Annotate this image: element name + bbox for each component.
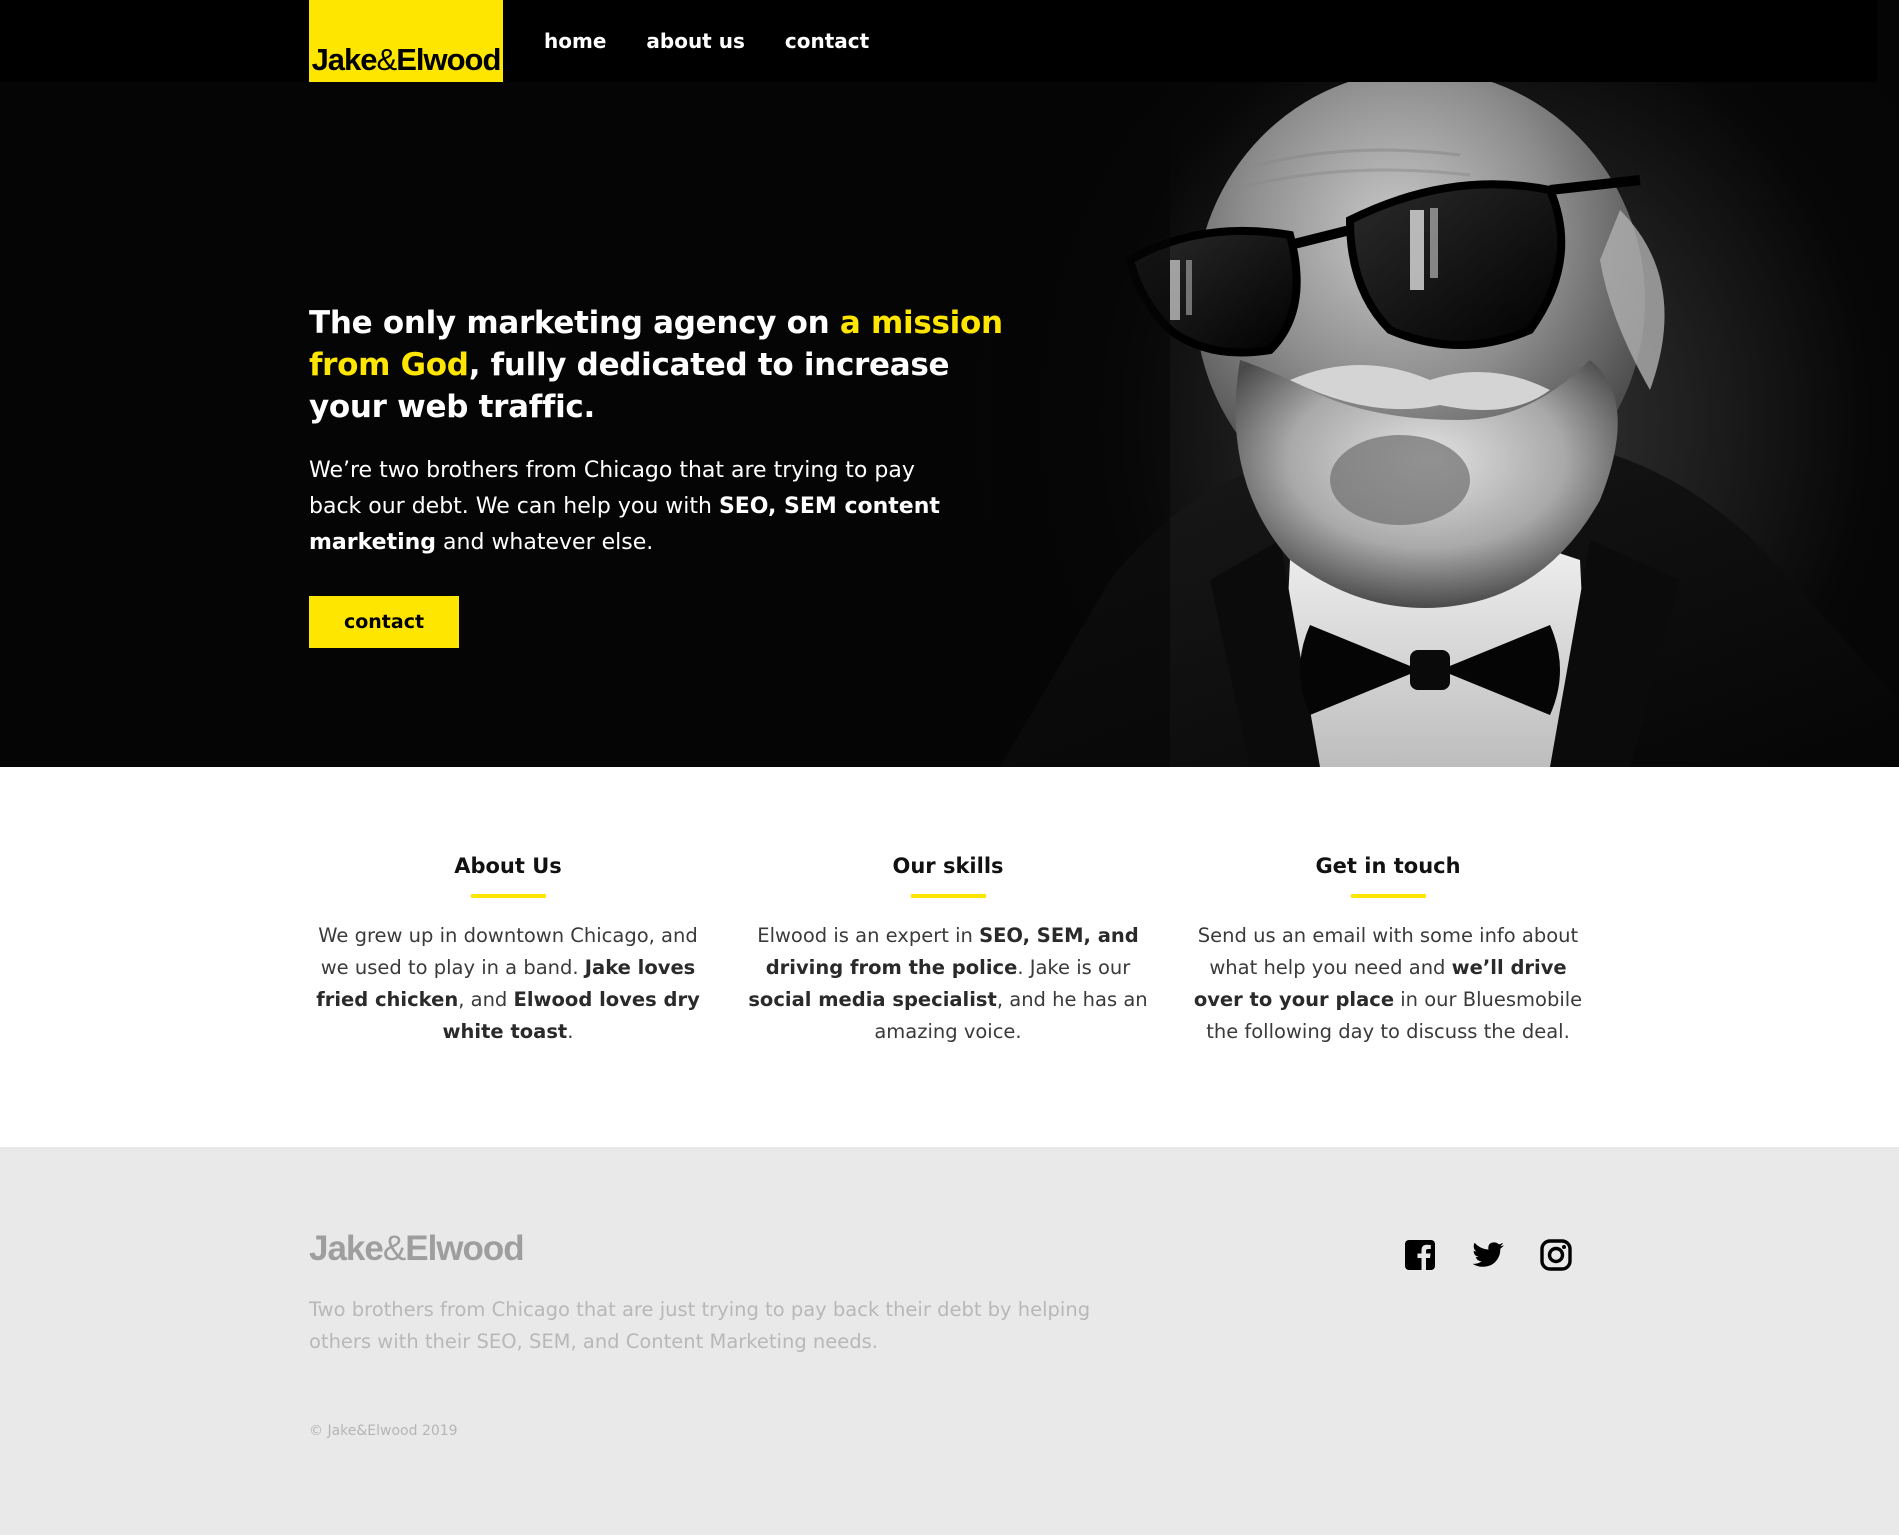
feature-title-underline [470,894,546,898]
feature-title-underline [1350,894,1426,898]
nav-contact-link[interactable]: contact [785,29,869,53]
feature-text: Elwood is an expert in SEO, SEM, and dri… [748,924,1148,1043]
footer-description: Two brothers from Chicago that are just … [309,1298,1091,1353]
feature-text: We grew up in downtown Chicago, and we u… [316,924,700,1043]
hero-body-text: We’re two brothers from Chicago that are… [309,458,940,555]
feature-title-underline [910,894,986,898]
hero-copy: The only marketing agency on a mission f… [309,302,1009,561]
feature-title: About Us [454,854,562,878]
twitter-icon[interactable] [1470,1237,1506,1273]
nav-home-link[interactable]: home [544,29,606,53]
feature-our-skills: Our skills Elwood is an expert in SEO, S… [743,852,1153,1048]
nav-links: home about us contact [544,0,909,82]
feature-text: Send us an email with some info about wh… [1193,924,1583,1043]
footer-copyright: © Jake&Elwood 2019 [309,1423,458,1439]
footer-logo: Jake&Elwood [309,1229,525,1268]
hero-portrait-image [990,60,1899,767]
instagram-icon[interactable] [1538,1237,1574,1273]
hero-headline: The only marketing agency on a mission f… [309,305,1003,425]
top-navbar: Jake&Elwood home about us contact [0,0,1877,82]
feature-about-us: About Us We grew up in downtown Chicago,… [303,852,713,1048]
hero-section: Jake&Elwood home about us contact The on… [0,0,1899,767]
hero-contact-button[interactable]: contact [309,596,459,648]
facebook-icon[interactable] [1402,1237,1438,1273]
features-section: About Us We grew up in downtown Chicago,… [0,767,1899,1147]
brand-logo[interactable]: Jake&Elwood [309,0,503,82]
feature-get-in-touch: Get in touch Send us an email with some … [1183,852,1593,1048]
feature-title: Get in touch [1315,854,1461,878]
nav-about-us-link[interactable]: about us [646,29,744,53]
feature-title: Our skills [892,854,1004,878]
brand-logo-text: Jake&Elwood [311,42,502,77]
site-footer: Jake&Elwood Two brothers from Chicago th… [0,1147,1899,1535]
